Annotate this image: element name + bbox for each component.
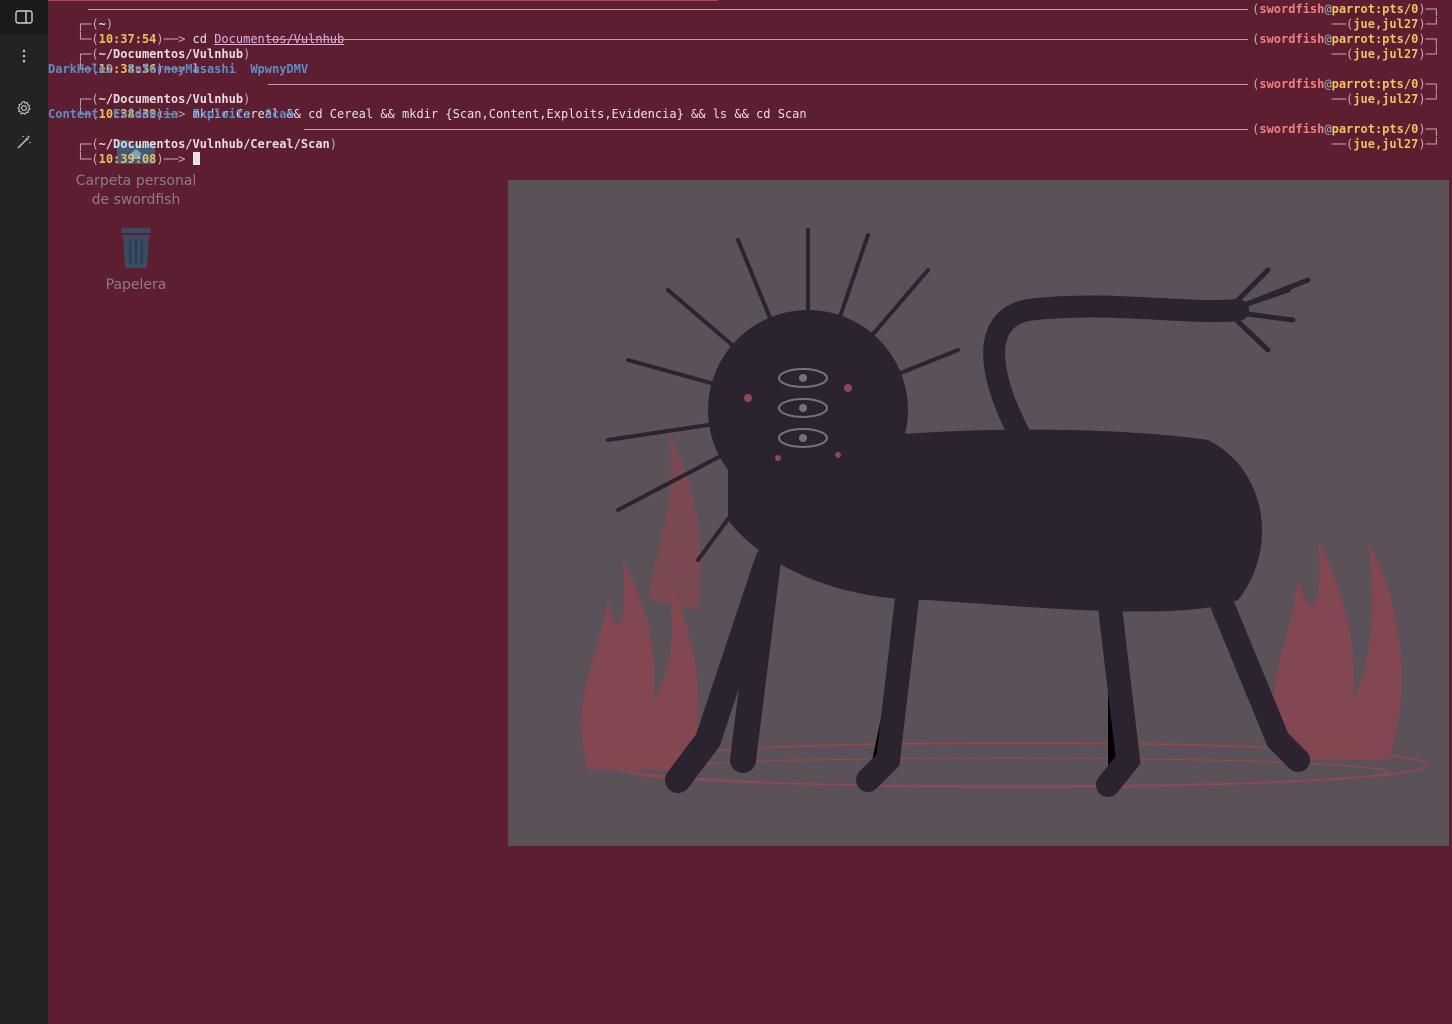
- command-output: Content Evidencia Exploits Scan: [48, 107, 1440, 122]
- output-dir: WpwnyDMV: [250, 62, 309, 76]
- prompt-user: swordfish: [1259, 77, 1325, 91]
- prompt-command-line: └─(10:38:36)──> ls ──(jue,jul27)─┘: [76, 47, 1440, 76]
- magic-wand-icon: [17, 135, 31, 149]
- side-dock: [0, 0, 48, 1024]
- desktop-icon-label: Papelera: [105, 277, 167, 293]
- command-output: DarkHole2 InfernoyMasashi WpwnyDMV: [48, 62, 1440, 77]
- prompt-host: parrot:pts/0: [1331, 2, 1419, 16]
- output-dir: InfernoyMasashi: [127, 62, 236, 76]
- output-dir: Scan: [264, 107, 294, 121]
- output-dir: Evidencia: [113, 107, 179, 121]
- text-cursor: [192, 152, 200, 165]
- kebab-menu-button[interactable]: [0, 39, 48, 73]
- prompt-rule: [88, 9, 1248, 10]
- prompt-time: 10:39:08: [98, 152, 157, 166]
- prompt-date: jue,jul27: [1353, 17, 1419, 31]
- prompt-rule: [268, 84, 1248, 85]
- prompt-user: swordfish: [1259, 122, 1325, 136]
- settings-button[interactable]: [0, 91, 48, 125]
- terminal-window[interactable]: ┌─(~) (swordfish@parrot:pts/0)─┐ └─(10:3…: [48, 0, 1440, 166]
- panel-toggle-button[interactable]: [0, 0, 48, 34]
- panel-toggle-icon: [15, 10, 33, 24]
- prompt-date: jue,jul27: [1353, 47, 1419, 61]
- prompt-host: parrot:pts/0: [1331, 32, 1419, 46]
- prompt-rule: [304, 129, 1248, 130]
- output-dir: DarkHole2: [48, 62, 114, 76]
- prompt-host: parrot:pts/0: [1331, 122, 1419, 136]
- output-dir: Content: [48, 107, 99, 121]
- prompt-host: parrot:pts/0: [1331, 77, 1419, 91]
- prompt-command-line: └─(10:37:54)──> cd Documentos/Vulnhub ──…: [76, 17, 1440, 46]
- kebab-menu-icon: [22, 49, 26, 63]
- prompt-user: swordfish: [1259, 2, 1325, 16]
- trash-icon: [118, 226, 154, 270]
- prompt-date: jue,jul27: [1353, 137, 1419, 151]
- desktop-icon-trash[interactable]: Papelera: [48, 226, 224, 295]
- creature-illustration: [581, 228, 1429, 797]
- wallpaper-artwork: [508, 180, 1449, 846]
- prompt-command-line[interactable]: └─(10:39:08)──> ──(jue,jul27)─┘: [48, 137, 1440, 166]
- output-dir: Exploits: [192, 107, 251, 121]
- magic-wand-button[interactable]: [0, 125, 48, 159]
- gear-icon: [17, 100, 31, 115]
- prompt-user: swordfish: [1259, 32, 1325, 46]
- prompt-rule: [268, 39, 1248, 40]
- prompt-date: jue,jul27: [1353, 92, 1419, 106]
- desktop-icon-label: Carpeta personal de swordfish: [75, 173, 197, 208]
- prompt-command-line: └─(10:38:39)──> mkdir Cereal && cd Cerea…: [76, 92, 1440, 121]
